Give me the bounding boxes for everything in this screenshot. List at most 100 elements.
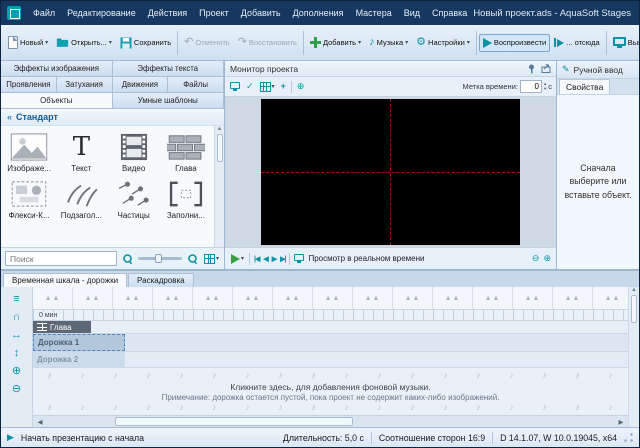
save-button[interactable]: Сохранить — [116, 33, 175, 53]
manual-input-header[interactable]: ✎ Ручной ввод — [557, 61, 639, 79]
view-mode-button[interactable]: ▾ — [203, 253, 220, 265]
realtime-preview-toggle[interactable]: Просмотр в реальном времени — [308, 254, 424, 263]
object-item-subtitle[interactable]: Подзагол... — [55, 179, 107, 220]
scrollbar-thumb[interactable] — [216, 134, 223, 162]
track-2[interactable]: Дорожка 2 — [33, 352, 628, 368]
chapter-track-header[interactable]: Глава — [33, 321, 91, 333]
undo-button[interactable]: ↶ Отменить — [180, 33, 234, 52]
time-marker-input[interactable] — [519, 80, 542, 93]
scroll-left-icon[interactable]: ◀ — [33, 418, 47, 426]
menu-add[interactable]: Добавить — [235, 5, 287, 21]
settings-button[interactable]: ⚙ Настройки ▾ — [412, 33, 474, 52]
output-button[interactable]: Вывод ▾ — [609, 33, 639, 53]
chapter-track[interactable]: Глава — [33, 321, 628, 334]
object-item-chapter[interactable]: Глава — [160, 132, 212, 173]
add-button[interactable]: Добавить ▾ — [306, 33, 365, 52]
menu-edit[interactable]: Редактирование — [61, 5, 142, 21]
timeline-time-ruler[interactable]: 0 мин — [33, 310, 628, 321]
apply-button[interactable]: ✓ — [245, 81, 255, 92]
timeline-image-ruler[interactable]: ▲▲ ▲▲ ▲▲ ▲▲ ▲▲ ▲▲ ▲▲ ▲▲ ▲▲ ▲▲ ▲▲ ▲▲ ▲▲ ▲▲ ▲▲ — [33, 287, 628, 310]
tab-text-effects[interactable]: Эффекты текста — [112, 61, 224, 76]
tab-motions[interactable]: Движения — [112, 77, 169, 92]
timeline-zoom-in-button[interactable]: ⊕ — [8, 363, 26, 378]
resize-grip[interactable] — [624, 433, 633, 442]
track-1-header[interactable]: Дорожка 1 — [33, 334, 125, 351]
expand-vertical-button[interactable]: ↕ — [8, 345, 26, 360]
object-item-placeholder[interactable]: Заполни... — [160, 179, 212, 220]
tab-files[interactable]: Файлы — [168, 77, 224, 92]
go-last-button[interactable]: ▶| — [280, 255, 286, 263]
zoom-in-icon[interactable]: ⊕ — [543, 254, 551, 263]
grid-overlay-button[interactable]: ▾ — [259, 81, 276, 93]
play-button[interactable]: Воспроизвести — [478, 33, 551, 52]
new-button[interactable]: Новый ▾ — [4, 32, 52, 53]
tab-timeline-tracks[interactable]: Временная шкала - дорожки — [3, 273, 128, 287]
zoom-out-icon[interactable]: ⊖ — [532, 254, 540, 263]
zoom-out-icon[interactable] — [122, 253, 132, 263]
spinner-buttons[interactable]: ▴ ▾ — [544, 81, 546, 92]
music-button[interactable]: ♪ Музыка ▾ — [365, 33, 412, 52]
object-item-image[interactable]: Изображе... — [3, 132, 55, 173]
tab-objects[interactable]: Объекты — [1, 93, 113, 108]
tab-fades[interactable]: Затухания — [56, 77, 113, 92]
crosshair-button[interactable]: + — [280, 81, 287, 92]
menu-wizards[interactable]: Мастера — [350, 5, 398, 21]
start-presentation-button[interactable]: Начать презентацию с начала — [21, 433, 144, 443]
object-item-video[interactable]: Видео — [108, 132, 160, 173]
undock-icon[interactable] — [541, 64, 551, 73]
background-music-track[interactable]: ♪ ♪ ♪ ♪ ♪ ♪ ♪ ♪ ♪ ♪ ♪ ♪ ♪ ♪ ♪ ♪ ♪ ♪ Кликните здесь, для д… — [33, 368, 628, 415]
redo-button[interactable]: ↷ Восстановить — [234, 33, 301, 52]
library-search-input[interactable] — [5, 251, 117, 266]
zoom-mode-button[interactable]: ⊕ — [296, 81, 306, 92]
monitor-display-button[interactable] — [229, 81, 241, 92]
object-item-label: Текст — [71, 164, 92, 173]
thumbnail-size-slider[interactable] — [137, 254, 182, 263]
timeline-vertical-scrollbar[interactable]: ▲ — [628, 287, 639, 427]
library-scrollbar[interactable]: ▲ — [214, 126, 224, 247]
menu-addons[interactable]: Дополнения — [287, 5, 350, 21]
snap-magnet-button[interactable]: ∩ — [8, 309, 26, 324]
object-item-label: Глава — [175, 164, 197, 173]
open-button[interactable]: Открыть... ▾ — [52, 33, 116, 52]
menu-file[interactable]: Файл — [27, 5, 61, 21]
start-presentation-icon: ▶ — [7, 432, 14, 442]
menu-view[interactable]: Вид — [398, 5, 426, 21]
object-item-text[interactable]: T Текст — [55, 132, 107, 173]
scrollbar-thumb[interactable] — [115, 417, 354, 426]
tab-smart-templates[interactable]: Умные шаблоны — [112, 93, 224, 108]
vertical-arrows-icon: ↕ — [13, 346, 20, 359]
menu-actions[interactable]: Действия — [142, 5, 193, 21]
tab-reveals[interactable]: Проявления — [1, 77, 57, 92]
track-1[interactable]: Дорожка 1 — [33, 334, 628, 352]
expand-horizontal-button[interactable]: ↔ — [8, 327, 26, 342]
standard-section-header[interactable]: « Стандарт — [1, 109, 224, 126]
scroll-up-icon[interactable]: ▲ — [217, 126, 223, 132]
track-2-header[interactable]: Дорожка 2 — [33, 352, 125, 367]
object-item-particles[interactable]: Частицы — [108, 179, 160, 220]
timeline-zoom-out-button[interactable]: ⊖ — [8, 381, 26, 396]
pin-icon[interactable] — [527, 64, 536, 74]
object-item-flexi-collage[interactable]: Флекси-К... — [3, 179, 55, 220]
menu-project[interactable]: Проект — [193, 5, 235, 21]
tab-properties[interactable]: Свойства — [559, 79, 611, 94]
slider-thumb[interactable] — [154, 254, 162, 263]
scroll-up-icon[interactable]: ▲ — [631, 287, 637, 293]
scrollbar-thumb[interactable] — [631, 295, 637, 323]
go-first-button[interactable]: |◀ — [254, 255, 260, 263]
scrollbar-track[interactable] — [47, 416, 614, 427]
tab-image-effects[interactable]: Эффекты изображения — [1, 61, 113, 76]
zoom-in-icon[interactable] — [187, 253, 197, 263]
go-next-button[interactable]: ▶ — [272, 255, 277, 263]
track-rows-button[interactable]: ≡ — [8, 291, 26, 306]
go-previous-button[interactable]: ◀ — [263, 255, 268, 263]
timeline-horizontal-scrollbar[interactable]: ◀ ▶ — [33, 415, 628, 427]
play-from-here-button[interactable]: ... отсюда — [550, 34, 603, 51]
spin-down-icon[interactable]: ▾ — [544, 86, 546, 92]
tab-storyboard[interactable]: Раскадровка — [128, 273, 194, 287]
chevron-down-icon: ▾ — [45, 39, 49, 46]
scroll-right-icon[interactable]: ▶ — [614, 418, 628, 426]
video-preview[interactable] — [260, 99, 521, 245]
menu-help[interactable]: Справка — [426, 5, 473, 21]
collage-icon — [11, 181, 47, 207]
preview-play-button[interactable]: ▾ — [230, 253, 245, 265]
